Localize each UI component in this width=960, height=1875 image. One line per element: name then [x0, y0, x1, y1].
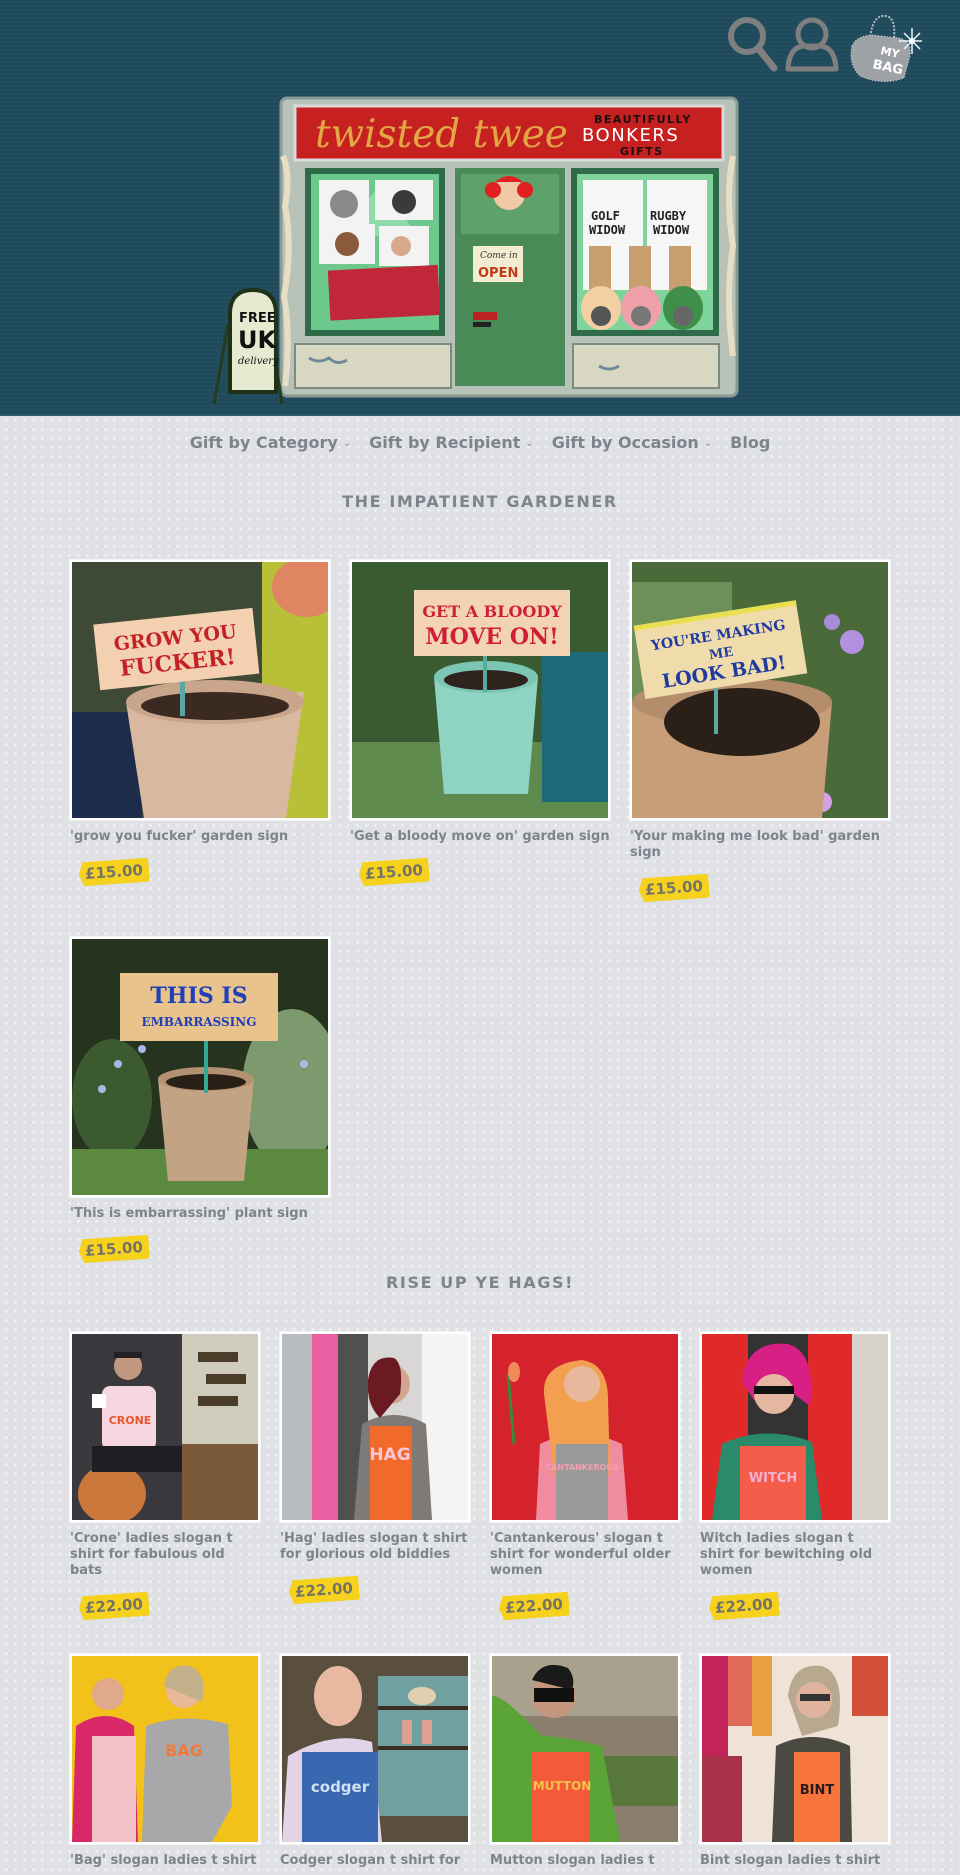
- sign-text-line2: EMBARRASSING: [141, 1015, 256, 1029]
- door-sign-come-in: Come in: [480, 251, 518, 261]
- product-title[interactable]: 'Hag' ladies slogan t shirt for glorious…: [280, 1531, 470, 1563]
- nav-label: Gift by Category: [189, 433, 338, 452]
- product-image[interactable]: GROW YOU FUCKER!: [70, 560, 330, 820]
- product-image[interactable]: CRONE: [70, 1332, 260, 1522]
- brand-tagline-bottom: GIFTS: [620, 145, 664, 158]
- product-title[interactable]: 'Get a bloody move on' garden sign: [350, 829, 610, 845]
- user-account-icon[interactable]: [783, 14, 841, 72]
- price-tag: £22.00: [498, 1592, 569, 1621]
- product-image[interactable]: THIS IS EMBARRASSING: [70, 937, 330, 1197]
- product-card: GROW YOU FUCKER! 'grow you fucker' garde…: [70, 560, 330, 884]
- product-image[interactable]: BAG: [70, 1654, 260, 1844]
- price-tag: £15.00: [638, 874, 709, 903]
- tee-slogan: HAG: [369, 1445, 410, 1465]
- product-card: CANTANKEROUS 'Cantankerous' slogan t shi…: [490, 1332, 680, 1618]
- product-title[interactable]: 'grow you fucker' garden sign: [70, 829, 330, 845]
- product-image[interactable]: MUTTON: [490, 1654, 680, 1844]
- brand-name: twisted twee: [315, 112, 568, 157]
- sign-text-line1: THIS IS: [150, 983, 247, 1009]
- product-title[interactable]: Mutton slogan ladies t: [490, 1853, 680, 1869]
- tee-slogan: WITCH: [749, 1471, 797, 1486]
- chevron-down-icon: ⌄: [525, 438, 534, 449]
- free-delivery-aboard[interactable]: FREE UK delivery: [208, 284, 298, 408]
- product-card: BINT Bint slogan ladies t shirt: [700, 1654, 890, 1869]
- product-title[interactable]: 'This is embarrassing' plant sign: [70, 1206, 330, 1222]
- product-card: HAG 'Hag' ladies slogan t shirt for glor…: [280, 1332, 470, 1602]
- tee-slogan: CRONE: [109, 1414, 152, 1427]
- tee-slogan: BAG: [165, 1741, 203, 1760]
- product-title[interactable]: 'Your making me look bad' garden sign: [630, 829, 890, 861]
- section-title-rise-up-ye-hags: RISE UP YE HAGS!: [386, 1273, 574, 1292]
- aboard-free: FREE: [239, 311, 276, 326]
- product-card: BAG 'Bag' slogan ladies t shirt: [70, 1654, 260, 1869]
- product-card: GET A BLOODY MOVE ON! 'Get a bloody move…: [350, 560, 610, 884]
- product-image[interactable]: CANTANKEROUS: [490, 1332, 680, 1522]
- product-title[interactable]: 'Crone' ladies slogan t shirt for fabulo…: [70, 1531, 260, 1579]
- product-title[interactable]: 'Bag' slogan ladies t shirt: [70, 1853, 260, 1869]
- product-image[interactable]: GET A BLOODY MOVE ON!: [350, 560, 610, 820]
- product-title[interactable]: 'Cantankerous' slogan t shirt for wonder…: [490, 1531, 680, 1579]
- tee-slogan: codger: [311, 1778, 370, 1796]
- nav-label: Gift by Recipient: [369, 433, 521, 452]
- chevron-down-icon: ⌄: [342, 438, 352, 449]
- product-title[interactable]: Bint slogan ladies t shirt: [700, 1853, 890, 1869]
- svg-text:GOLF: GOLF: [591, 209, 620, 223]
- my-bag-icon[interactable]: MY BAG: [842, 8, 922, 82]
- svg-text:RUGBY: RUGBY: [650, 209, 687, 223]
- sign-text-line2: MOVE ON!: [425, 624, 559, 650]
- price-tag: £15.00: [78, 1235, 149, 1264]
- nav-gift-by-occasion[interactable]: Gift by Occasion ⌄: [543, 433, 721, 452]
- price-tag: £22.00: [288, 1576, 359, 1605]
- product-card: MUTTON Mutton slogan ladies t: [490, 1654, 680, 1869]
- tee-slogan: CANTANKEROUS: [545, 1463, 619, 1472]
- main-navigation: Gift by Category ⌄ Gift by Recipient ⌄ G…: [0, 433, 960, 452]
- price-tag: £15.00: [78, 858, 149, 887]
- svg-text:WIDOW: WIDOW: [653, 223, 690, 237]
- product-image[interactable]: codger: [280, 1654, 470, 1844]
- product-card: THIS IS EMBARRASSING 'This is embarrassi…: [70, 937, 330, 1261]
- chevron-down-icon: ⌄: [703, 438, 713, 449]
- brand-tagline-mid: BONKERS: [582, 125, 679, 146]
- nav-blog[interactable]: Blog: [721, 433, 779, 452]
- product-image[interactable]: BINT: [700, 1654, 890, 1844]
- price-tag: £22.00: [708, 1592, 779, 1621]
- nav-label: Blog: [730, 433, 771, 452]
- product-card: codger Codger slogan t shirt for: [280, 1654, 470, 1869]
- price-tag: £22.00: [78, 1592, 149, 1621]
- section-title-impatient-gardener: THE IMPATIENT GARDENER: [342, 492, 618, 511]
- site-header: MY BAG twisted twee BEAUTIFULLY BONKERS …: [0, 0, 960, 416]
- aboard-uk: UK: [238, 326, 277, 354]
- product-card: CRONE 'Crone' ladies slogan t shirt for …: [70, 1332, 260, 1618]
- product-image[interactable]: HAG: [280, 1332, 470, 1522]
- sign-text-line1: GET A BLOODY: [422, 602, 562, 621]
- price-tag: £15.00: [358, 858, 429, 887]
- tee-slogan: BINT: [800, 1783, 835, 1798]
- product-image[interactable]: YOU'RE MAKING ME LOOK BAD!: [630, 560, 890, 820]
- product-card: WITCH Witch ladies slogan t shirt for be…: [700, 1332, 890, 1618]
- door-sign-open: OPEN: [478, 266, 518, 281]
- tee-slogan: MUTTON: [533, 1779, 592, 1793]
- shopfront-logo-illustration[interactable]: twisted twee BEAUTIFULLY BONKERS GIFTS C…: [279, 96, 739, 398]
- product-card: YOU'RE MAKING ME LOOK BAD! 'Your making …: [630, 560, 890, 900]
- svg-text:WIDOW: WIDOW: [589, 223, 626, 237]
- search-icon[interactable]: [723, 14, 781, 72]
- nav-gift-by-category[interactable]: Gift by Category ⌄: [181, 433, 360, 452]
- product-title[interactable]: Codger slogan t shirt for: [280, 1853, 470, 1869]
- aboard-delivery: delivery: [238, 356, 279, 367]
- product-title[interactable]: Witch ladies slogan t shirt for bewitchi…: [700, 1531, 890, 1579]
- nav-label: Gift by Occasion: [551, 433, 699, 452]
- nav-gift-by-recipient[interactable]: Gift by Recipient ⌄: [360, 433, 543, 452]
- product-image[interactable]: WITCH: [700, 1332, 890, 1522]
